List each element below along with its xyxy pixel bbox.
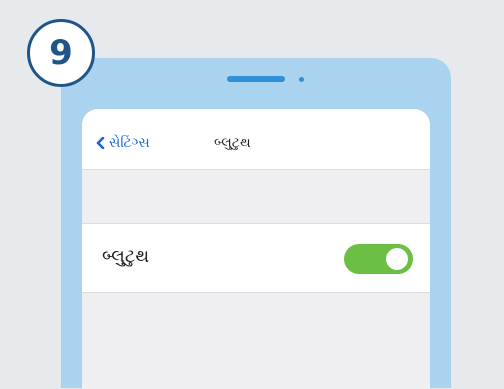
bluetooth-setting-row: બ્લુટુથ [82, 223, 430, 293]
step-number: 9 [49, 33, 73, 73]
step-number-badge: 9 [27, 19, 95, 87]
chevron-left-icon [96, 137, 105, 149]
phone-screen: સેટિંગ્સ બ્લુટુથ બ્લુટુથ [82, 109, 430, 389]
bluetooth-label: બ્લુટુથ [102, 246, 150, 267]
page-title: બ્લુટુથ [214, 135, 251, 151]
back-button-label: સેટિંગ્સ [109, 135, 150, 151]
phone-speaker [227, 76, 285, 82]
navigation-bar: સેટિંગ્સ બ્લુટુથ [82, 109, 430, 170]
phone-camera [299, 77, 304, 82]
bluetooth-toggle[interactable] [344, 244, 413, 274]
toggle-knob [386, 248, 408, 270]
back-button[interactable]: સેટિંગ્સ [96, 135, 150, 151]
